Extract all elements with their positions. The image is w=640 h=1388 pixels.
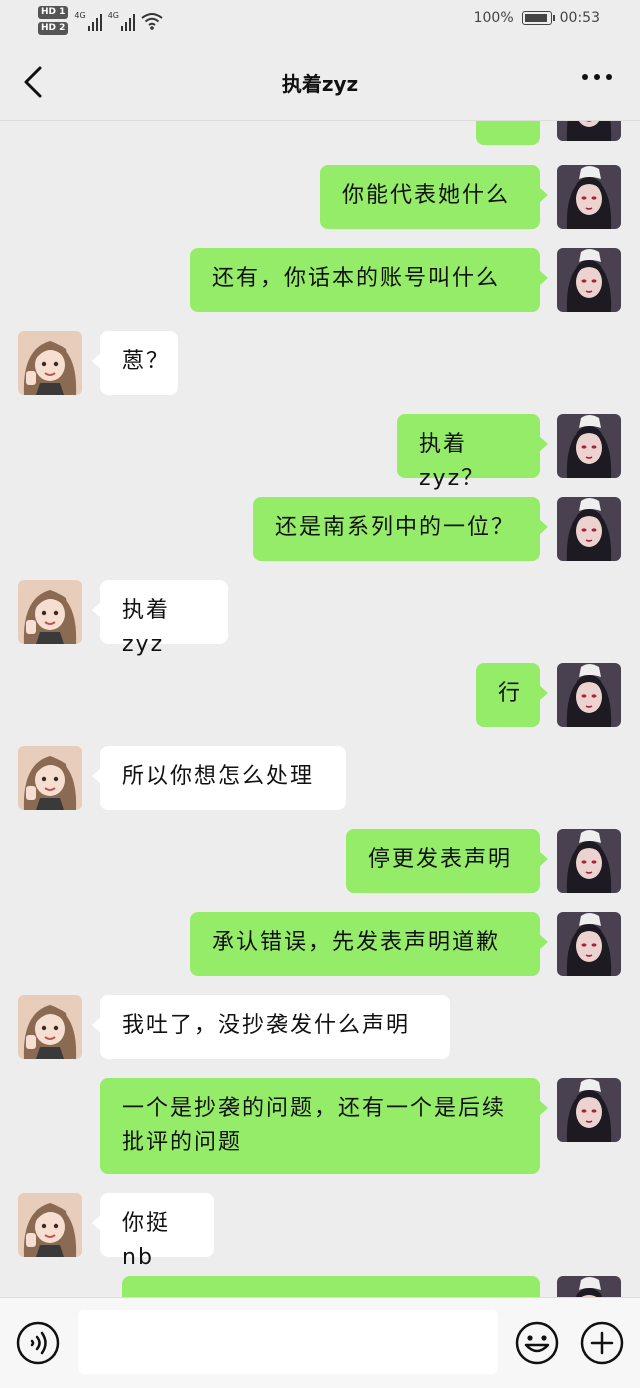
more-icon[interactable] — [582, 74, 612, 80]
my-avatar[interactable] — [557, 912, 621, 976]
network1-label: 4G — [74, 10, 86, 20]
my-avatar[interactable] — [557, 414, 621, 478]
sent-message-bubble[interactable] — [122, 1276, 540, 1297]
my-avatar[interactable] — [557, 248, 621, 312]
message-row: 我吐了，没抄袭发什么声明 — [0, 995, 640, 1059]
clock: 00:53 — [559, 10, 600, 26]
sent-message-bubble[interactable]: 行 — [476, 663, 548, 727]
sent-message-bubble[interactable]: 还有，你话本的账号叫什么 — [190, 248, 548, 312]
received-message-bubble[interactable]: 你挺nb — [92, 1193, 214, 1270]
message-row: 停更发表声明 — [0, 829, 640, 893]
network2-label: 4G — [107, 10, 119, 20]
emoji-icon[interactable] — [515, 1321, 559, 1365]
sent-message-bubble[interactable]: 停更发表声明 — [346, 829, 548, 893]
message-row: 执着zyz？ — [0, 414, 640, 491]
message-input[interactable] — [78, 1310, 498, 1374]
battery-percent: 100% — [473, 10, 514, 26]
sent-message-bubble[interactable]: 执着zyz？ — [397, 414, 548, 491]
battery-icon — [521, 11, 555, 25]
sent-message-bubble[interactable]: 承认错误，先发表声明道歉 — [190, 912, 548, 976]
my-avatar[interactable] — [557, 497, 621, 561]
contact-avatar[interactable] — [18, 1193, 82, 1257]
message-row: 执着zyz — [0, 580, 640, 657]
message-row: 你能代表她什么 — [0, 165, 640, 229]
message-row: 蒽？ — [0, 331, 640, 395]
message-row — [0, 121, 640, 145]
message-row — [0, 1276, 640, 1297]
message-row: 所以你想怎么处理 — [0, 746, 640, 810]
message-row: 一个是抄袭的问题，还有一个是后续批评的问题 — [0, 1078, 640, 1174]
my-avatar[interactable] — [557, 663, 621, 727]
my-avatar[interactable] — [557, 829, 621, 893]
chat-header: 执着zyz — [0, 44, 640, 121]
status-bar: HD 1 HD 2 4G 4G 100% 00:53 — [0, 0, 640, 44]
signal-icon: 4G — [74, 10, 102, 31]
voice-icon[interactable] — [16, 1321, 60, 1365]
plus-icon[interactable] — [580, 1321, 624, 1365]
contact-avatar[interactable] — [18, 331, 82, 395]
signal-icon: 4G — [108, 11, 135, 31]
contact-avatar[interactable] — [18, 746, 82, 810]
sent-message-bubble[interactable]: 还是南系列中的一位？ — [253, 497, 548, 561]
chat-title: 执着zyz — [281, 72, 359, 96]
my-avatar[interactable] — [557, 1276, 621, 1297]
message-row: 行 — [0, 663, 640, 727]
wifi-icon — [141, 12, 163, 30]
received-message-bubble[interactable]: 蒽？ — [92, 331, 178, 395]
my-avatar[interactable] — [557, 1078, 621, 1142]
contact-avatar[interactable] — [18, 995, 82, 1059]
message-row: 还有，你话本的账号叫什么 — [0, 248, 640, 312]
status-right: 100% 00:53 — [474, 10, 600, 26]
my-avatar[interactable] — [557, 165, 621, 229]
sim2-badge: HD 2 — [38, 22, 69, 35]
sent-message-bubble[interactable]: 你能代表她什么 — [320, 165, 548, 229]
received-message-bubble[interactable]: 执着zyz — [92, 580, 228, 657]
received-message-bubble[interactable]: 所以你想怎么处理 — [92, 746, 346, 810]
message-row: 你挺nb — [0, 1193, 640, 1270]
message-row: 还是南系列中的一位？ — [0, 497, 640, 561]
my-avatar[interactable] — [557, 121, 621, 141]
sim1-badge: HD 1 — [38, 6, 69, 19]
sent-message-bubble[interactable] — [476, 121, 540, 145]
message-list[interactable]: 你能代表她什么还有，你话本的账号叫什么 蒽？ 执着zyz？ 还是南系列中的一位？ 执着z… — [0, 121, 640, 1297]
status-left: HD 1 HD 2 4G 4G — [38, 6, 163, 35]
message-row: 承认错误，先发表声明道歉 — [0, 912, 640, 976]
sent-message-bubble[interactable]: 一个是抄袭的问题，还有一个是后续批评的问题 — [100, 1078, 548, 1174]
received-message-bubble[interactable]: 我吐了，没抄袭发什么声明 — [92, 995, 450, 1059]
contact-avatar[interactable] — [18, 580, 82, 644]
input-bar — [0, 1297, 640, 1388]
